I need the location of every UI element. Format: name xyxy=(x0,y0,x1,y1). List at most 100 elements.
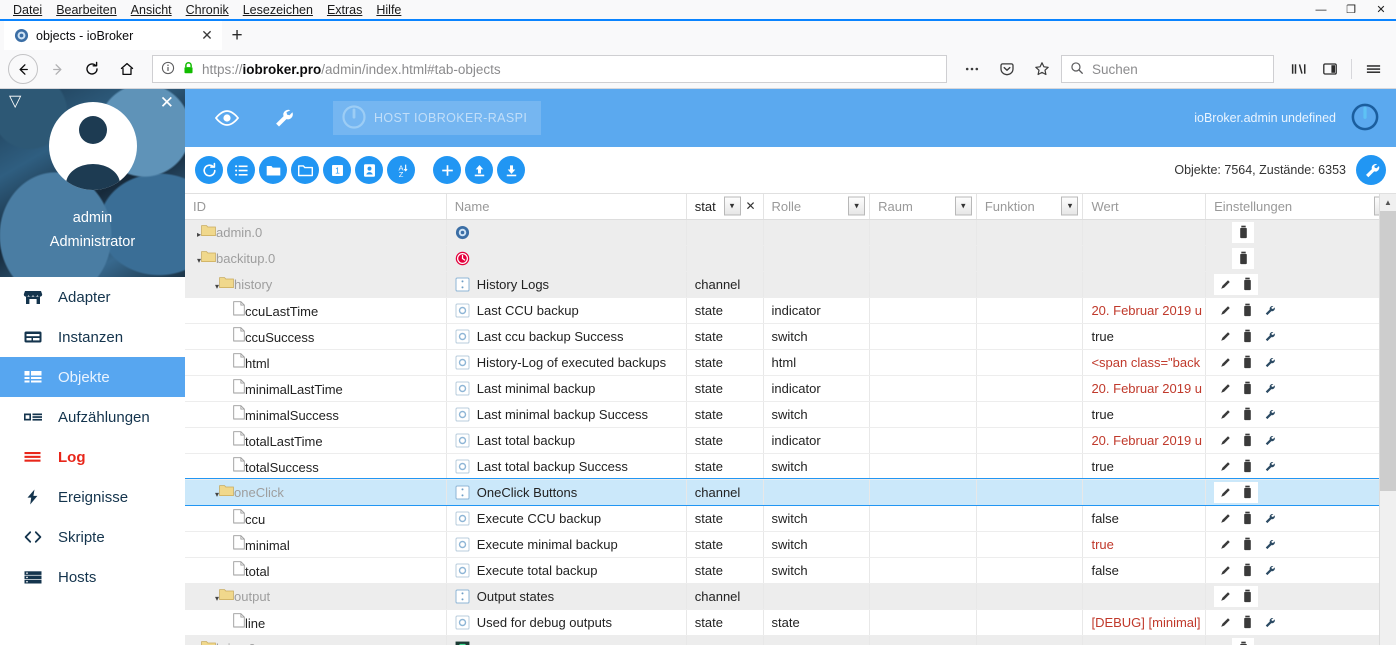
edit-icon[interactable] xyxy=(1214,455,1237,477)
table-row[interactable]: total Execute total backup state switch fals… xyxy=(185,557,1396,584)
delete-icon[interactable] xyxy=(1236,429,1259,451)
add-object-button[interactable] xyxy=(433,156,461,184)
column-header-funktion[interactable]: Funktion ▾ xyxy=(976,194,1084,220)
wrench-icon[interactable] xyxy=(1258,559,1281,581)
delete-icon[interactable] xyxy=(1236,533,1259,555)
delete-icon[interactable] xyxy=(1232,637,1255,645)
collapse-triangle-icon[interactable]: ▽ xyxy=(9,94,21,110)
sidebar-item-objekte[interactable]: Objekte xyxy=(0,357,185,397)
column-header-type-filter[interactable]: stat ▾ ✕ xyxy=(686,194,764,220)
sidebar-item-adapter[interactable]: Adapter xyxy=(0,277,185,317)
wrench-icon[interactable] xyxy=(1258,351,1281,373)
column-header-name[interactable]: Name xyxy=(446,194,687,220)
menu-hilfe[interactable]: Hilfe xyxy=(369,3,408,17)
menu-ansicht[interactable]: Ansicht xyxy=(124,3,179,17)
scroll-up-arrow-icon[interactable]: ▲ xyxy=(1379,194,1396,211)
clear-filter-icon[interactable]: ✕ xyxy=(745,199,755,213)
edit-icon[interactable] xyxy=(1214,429,1237,451)
table-row[interactable]: minimalLastTime Last minimal backup state i… xyxy=(185,375,1396,402)
table-row[interactable]: ▾ backitup.0 xyxy=(185,245,1396,272)
lock-icon[interactable] xyxy=(182,61,195,78)
delete-icon[interactable] xyxy=(1236,403,1259,425)
sidebar-item-ereignisse[interactable]: Ereignisse xyxy=(0,477,185,517)
wrench-icon[interactable] xyxy=(1258,377,1281,399)
delete-icon[interactable] xyxy=(1236,273,1259,295)
column-header-wert[interactable]: Wert xyxy=(1082,194,1207,220)
sidebar-item-hosts[interactable]: Hosts xyxy=(0,557,185,597)
power-icon[interactable] xyxy=(1350,102,1380,135)
edit-icon[interactable] xyxy=(1214,507,1237,529)
window-close-button[interactable]: ✕ xyxy=(1366,0,1396,19)
menu-chronik[interactable]: Chronik xyxy=(179,3,236,17)
edit-icon[interactable] xyxy=(1214,377,1237,399)
chevron-down-icon[interactable]: ▾ xyxy=(848,196,866,216)
column-header-raum[interactable]: Raum ▾ xyxy=(869,194,977,220)
wrench-icon[interactable] xyxy=(1258,325,1281,347)
table-row[interactable]: line Used for debug outputs state state [DEB… xyxy=(185,609,1396,636)
scrollbar-thumb[interactable] xyxy=(1379,211,1396,491)
tab-close-icon[interactable]: ✕ xyxy=(198,27,216,45)
sort-az-button[interactable]: AZ xyxy=(387,156,415,184)
new-tab-button[interactable]: + xyxy=(222,21,252,50)
home-button-icon[interactable] xyxy=(111,54,143,84)
wrench-icon[interactable] xyxy=(1258,533,1281,555)
list-view-button[interactable] xyxy=(227,156,255,184)
edit-icon[interactable] xyxy=(1214,533,1237,555)
delete-icon[interactable] xyxy=(1236,559,1259,581)
delete-icon[interactable] xyxy=(1236,507,1259,529)
table-row[interactable]: ccu Execute CCU backup state switch false xyxy=(185,505,1396,532)
window-minimize-button[interactable]: — xyxy=(1306,0,1336,19)
table-row[interactable]: html History-Log of executed backups state… xyxy=(185,349,1396,376)
import-button[interactable] xyxy=(465,156,493,184)
table-row[interactable]: totalSuccess Last total backup Success sta… xyxy=(185,453,1396,480)
table-row[interactable]: minimal Execute minimal backup state switch… xyxy=(185,531,1396,558)
eye-icon[interactable] xyxy=(213,108,241,128)
search-bar[interactable]: Suchen xyxy=(1061,55,1274,83)
wrench-icon[interactable] xyxy=(1258,455,1281,477)
sidebar-item-skripte[interactable]: Skripte xyxy=(0,517,185,557)
table-row[interactable]: totalLastTime Last total backup state indic… xyxy=(185,427,1396,454)
sidebar-item-instanzen[interactable]: Instanzen xyxy=(0,317,185,357)
table-row[interactable]: ccuSuccess Last ccu backup Success state sw… xyxy=(185,323,1396,350)
table-row[interactable]: ccuLastTime Last CCU backup state indicator… xyxy=(185,297,1396,324)
column-header-id[interactable]: ID xyxy=(185,194,447,220)
menu-datei[interactable]: Datei xyxy=(6,3,49,17)
pocket-icon[interactable] xyxy=(991,54,1023,84)
table-row[interactable]: minimalSuccess Last minimal backup Succes… xyxy=(185,401,1396,428)
edit-icon[interactable] xyxy=(1214,299,1237,321)
hamburger-menu-icon[interactable] xyxy=(1358,54,1388,84)
expand-one-level-button[interactable]: 1 xyxy=(323,156,351,184)
edit-icon[interactable] xyxy=(1214,403,1237,425)
settings-wrench-button[interactable] xyxy=(1356,155,1386,185)
page-info-icon[interactable] xyxy=(161,61,175,78)
back-button-icon[interactable] xyxy=(8,54,38,84)
column-header-rolle[interactable]: Rolle ▾ xyxy=(763,194,871,220)
wrench-icon[interactable] xyxy=(1258,299,1281,321)
reload-button-icon[interactable] xyxy=(76,54,108,84)
table-body-scroll[interactable]: ▸ admin.0 ▾ backitup.0 ▾ history History Logs c… xyxy=(185,219,1396,645)
export-button[interactable] xyxy=(497,156,525,184)
chevron-down-icon[interactable]: ▾ xyxy=(1061,196,1079,216)
chevron-down-icon[interactable]: ▾ xyxy=(954,196,972,216)
delete-icon[interactable] xyxy=(1236,585,1259,607)
menu-extras[interactable]: Extras xyxy=(320,3,369,17)
chevron-down-icon[interactable]: ▾ xyxy=(723,196,741,216)
column-header-einstellungen[interactable]: Einstellungen▾ xyxy=(1205,194,1396,220)
sidebar-item-log[interactable]: Log xyxy=(0,437,185,477)
expand-all-button[interactable] xyxy=(259,156,287,184)
wrench-icon[interactable] xyxy=(271,106,295,130)
delete-icon[interactable] xyxy=(1232,247,1255,269)
delete-icon[interactable] xyxy=(1236,325,1259,347)
wrench-icon[interactable] xyxy=(1258,403,1281,425)
page-actions-icon[interactable] xyxy=(956,54,988,84)
table-row[interactable]: ▸ admin.0 xyxy=(185,219,1396,246)
menu-bearbeiten[interactable]: Bearbeiten xyxy=(49,3,123,17)
table-row[interactable]: ▸bring.0 xyxy=(185,635,1396,645)
sidebar-item-aufzaehlungen[interactable]: Aufzählungen xyxy=(0,397,185,437)
forward-button-icon[interactable] xyxy=(41,54,73,84)
delete-icon[interactable] xyxy=(1236,351,1259,373)
edit-icon[interactable] xyxy=(1214,611,1237,633)
edit-icon[interactable] xyxy=(1214,559,1237,581)
table-vertical-scrollbar[interactable]: ▲ xyxy=(1379,194,1396,645)
menu-lesezeichen[interactable]: Lesezeichen xyxy=(236,3,320,17)
